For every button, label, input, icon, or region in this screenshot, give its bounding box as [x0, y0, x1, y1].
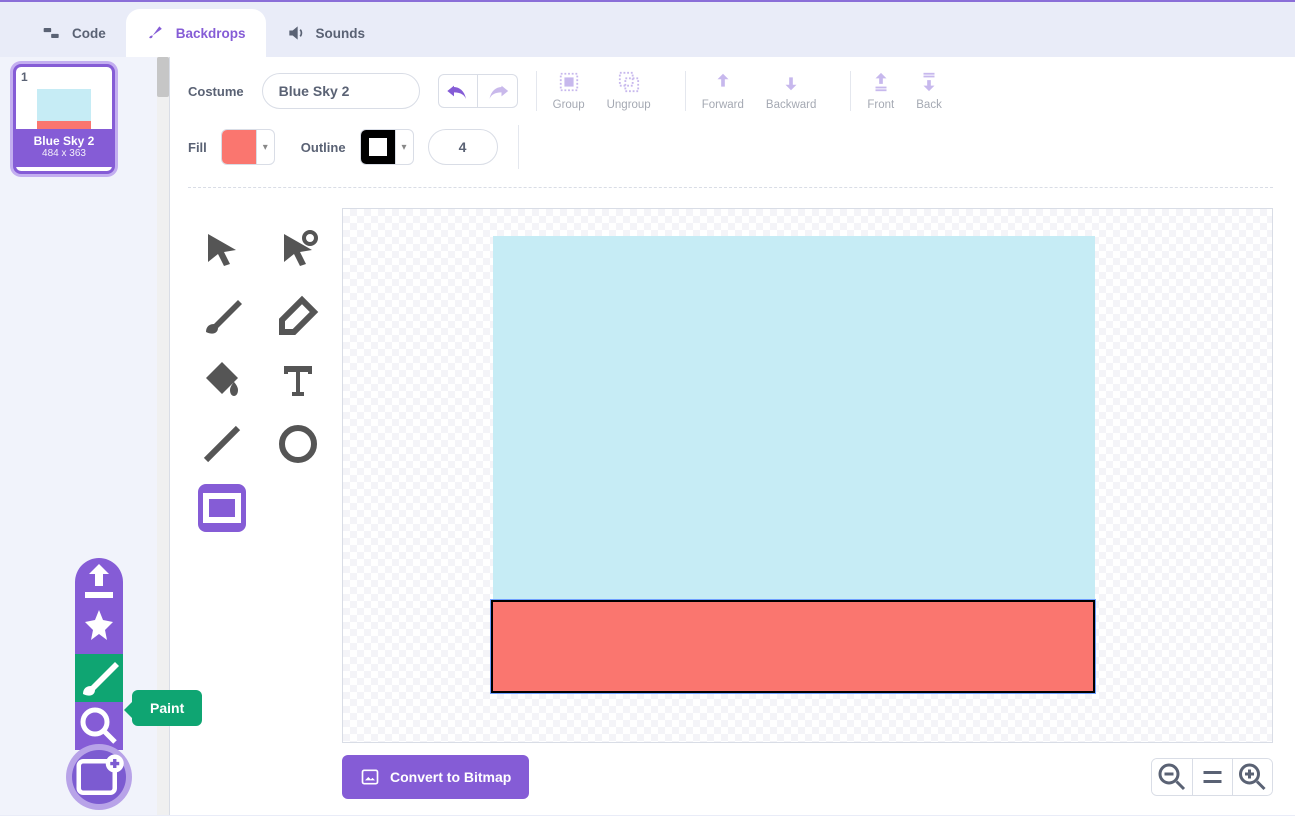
chevron-down-icon: ▾ [256, 130, 274, 164]
ungroup-icon [618, 71, 640, 93]
costume-number: 1 [21, 70, 28, 84]
chevron-down-icon: ▾ [395, 130, 413, 164]
costume-dimensions: 484 x 363 [16, 148, 112, 159]
front-button[interactable]: Front [867, 71, 894, 111]
select-tool[interactable] [198, 228, 246, 276]
back-icon [918, 71, 940, 93]
tab-label: Sounds [316, 26, 366, 41]
undo-button[interactable] [438, 74, 478, 108]
paint-backdrop-button[interactable] [75, 654, 123, 702]
back-button[interactable]: Back [916, 71, 942, 111]
forward-button[interactable]: Forward [702, 71, 744, 111]
toolbox [188, 208, 328, 801]
tab-label: Backdrops [176, 26, 246, 41]
tab-bar: Code Backdrops Sounds [0, 2, 1295, 57]
tab-code[interactable]: Code [22, 9, 126, 57]
image-icon [360, 767, 380, 787]
tab-sounds[interactable]: Sounds [266, 9, 386, 57]
circle-tool[interactable] [274, 420, 322, 468]
redo-button[interactable] [478, 74, 518, 108]
line-tool[interactable] [198, 420, 246, 468]
fill-color-picker[interactable]: ▾ [221, 129, 275, 165]
costume-name-input[interactable] [262, 73, 420, 109]
eraser-tool[interactable] [274, 292, 322, 340]
group-icon [558, 71, 580, 93]
brush-icon [146, 23, 166, 43]
code-icon [42, 23, 62, 43]
fill-tool[interactable] [198, 356, 246, 404]
paint-tooltip: Paint [132, 690, 202, 726]
backward-icon [780, 71, 802, 93]
brush-tool[interactable] [198, 292, 246, 340]
sound-icon [286, 23, 306, 43]
zoom-out-button[interactable] [1152, 759, 1192, 795]
costume-thumbnail[interactable]: 1 Blue Sky 2 484 x 363 [13, 64, 115, 174]
add-backdrop-button[interactable] [72, 750, 126, 804]
reshape-tool[interactable] [274, 228, 322, 276]
backward-button[interactable]: Backward [766, 71, 817, 111]
front-icon [870, 71, 892, 93]
zoom-reset-button[interactable] [1192, 759, 1232, 795]
selected-rectangle[interactable] [491, 600, 1095, 693]
search-backdrop-button[interactable] [75, 702, 123, 750]
fill-label: Fill [188, 140, 207, 155]
outline-label: Outline [301, 140, 346, 155]
convert-bitmap-button[interactable]: Convert to Bitmap [342, 755, 529, 799]
costume-label: Costume [188, 84, 244, 99]
zoom-controls [1151, 758, 1273, 796]
tab-label: Code [72, 26, 106, 41]
forward-icon [712, 71, 734, 93]
costume-name: Blue Sky 2 [16, 134, 112, 148]
paint-canvas[interactable] [342, 208, 1273, 743]
costume-preview [37, 89, 91, 129]
surprise-backdrop-button[interactable] [75, 606, 123, 654]
upload-backdrop-button[interactable] [75, 558, 123, 606]
rectangle-tool[interactable] [198, 484, 246, 532]
group-button[interactable]: Group [553, 71, 585, 111]
add-menu [72, 558, 126, 804]
outline-color-picker[interactable]: ▾ [360, 129, 414, 165]
ungroup-button[interactable]: Ungroup [607, 71, 651, 111]
text-tool[interactable] [274, 356, 322, 404]
zoom-in-button[interactable] [1232, 759, 1272, 795]
tab-backdrops[interactable]: Backdrops [126, 9, 266, 57]
outline-width-input[interactable] [428, 129, 498, 165]
